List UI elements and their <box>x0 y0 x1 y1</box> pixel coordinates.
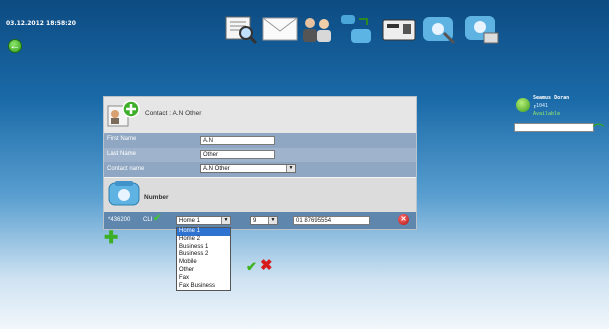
phone-keypad-icon[interactable] <box>462 14 500 44</box>
add-number-button[interactable]: ✚ <box>104 229 118 246</box>
prefix-select[interactable]: 9 ▼ <box>250 216 278 225</box>
datetime: 03.12.2012 18:58:20 <box>6 20 76 27</box>
call-transfer-icon[interactable] <box>337 14 375 44</box>
chevron-down-icon[interactable]: ▼ <box>221 217 230 224</box>
last-name-field[interactable]: Other <box>200 150 275 159</box>
dropdown-option[interactable]: Mobile <box>177 259 230 267</box>
contact-name-label: Contact name <box>107 166 145 172</box>
dropdown-option[interactable]: Fax Business <box>177 283 230 291</box>
first-name-field[interactable]: A.N <box>200 136 275 145</box>
messages-icon[interactable] <box>262 14 298 44</box>
check-icon: ✔ <box>246 259 257 274</box>
contacts-icon[interactable] <box>298 14 336 44</box>
chevron-down-icon[interactable]: ▼ <box>268 217 277 224</box>
contact-title: Contact : A.N Other <box>145 110 202 117</box>
phone-icon <box>107 180 141 208</box>
number-title: Number <box>144 194 169 201</box>
number-type-value: Home 1 <box>179 218 201 224</box>
delete-number-button[interactable]: ✕ <box>398 214 409 225</box>
directory-search-icon[interactable] <box>223 14 259 44</box>
phone-settings-icon[interactable] <box>420 14 458 45</box>
phone-number-field[interactable]: 01 87695554 <box>293 216 370 225</box>
user-name: Seamus Doran <box>533 95 570 101</box>
quick-dial-input[interactable] <box>514 123 594 132</box>
cli-check-icon[interactable]: ✔ <box>153 213 161 224</box>
user-status[interactable]: Available <box>533 111 560 117</box>
dropdown-option[interactable]: Home 2 <box>177 236 230 244</box>
number-type-select[interactable]: Home 1 ▼ <box>176 216 231 225</box>
presence-indicator <box>516 98 530 112</box>
dropdown-option[interactable]: Other <box>177 267 230 275</box>
number-extension: *436200 <box>108 217 131 223</box>
dial-icon[interactable]: ⌒ <box>593 121 604 137</box>
back-button[interactable]: ← <box>8 39 22 53</box>
contact-name-select[interactable]: A.N Other ▼ <box>200 164 296 173</box>
first-name-label: First Name <box>107 136 137 142</box>
dropdown-option[interactable]: Business 2 <box>177 251 230 259</box>
number-type-dropdown: Home 1 Home 2 Business 1 Business 2 Mobi… <box>176 227 231 292</box>
dropdown-option[interactable]: Business 1 <box>177 244 230 252</box>
save-button[interactable]: ✔ <box>246 259 257 275</box>
arrow-left-icon: ← <box>9 40 21 52</box>
contact-name-value: A.N Other <box>203 166 230 172</box>
cli-label: CLI <box>143 217 153 223</box>
fax-icon[interactable] <box>381 14 417 44</box>
user-extension: ╓1041 <box>533 103 549 109</box>
last-name-label: Last Name <box>107 151 137 157</box>
cross-icon: ✖ <box>260 257 273 274</box>
dropdown-option[interactable]: Home 1 <box>177 228 230 236</box>
plus-icon: ✚ <box>104 228 119 247</box>
prefix-value: 9 <box>253 218 257 224</box>
cancel-button[interactable]: ✖ <box>260 256 273 274</box>
close-icon: ✕ <box>400 216 407 223</box>
contact-card-icon <box>107 100 140 127</box>
chevron-down-icon[interactable]: ▼ <box>286 165 295 172</box>
dropdown-option[interactable]: Fax <box>177 275 230 283</box>
